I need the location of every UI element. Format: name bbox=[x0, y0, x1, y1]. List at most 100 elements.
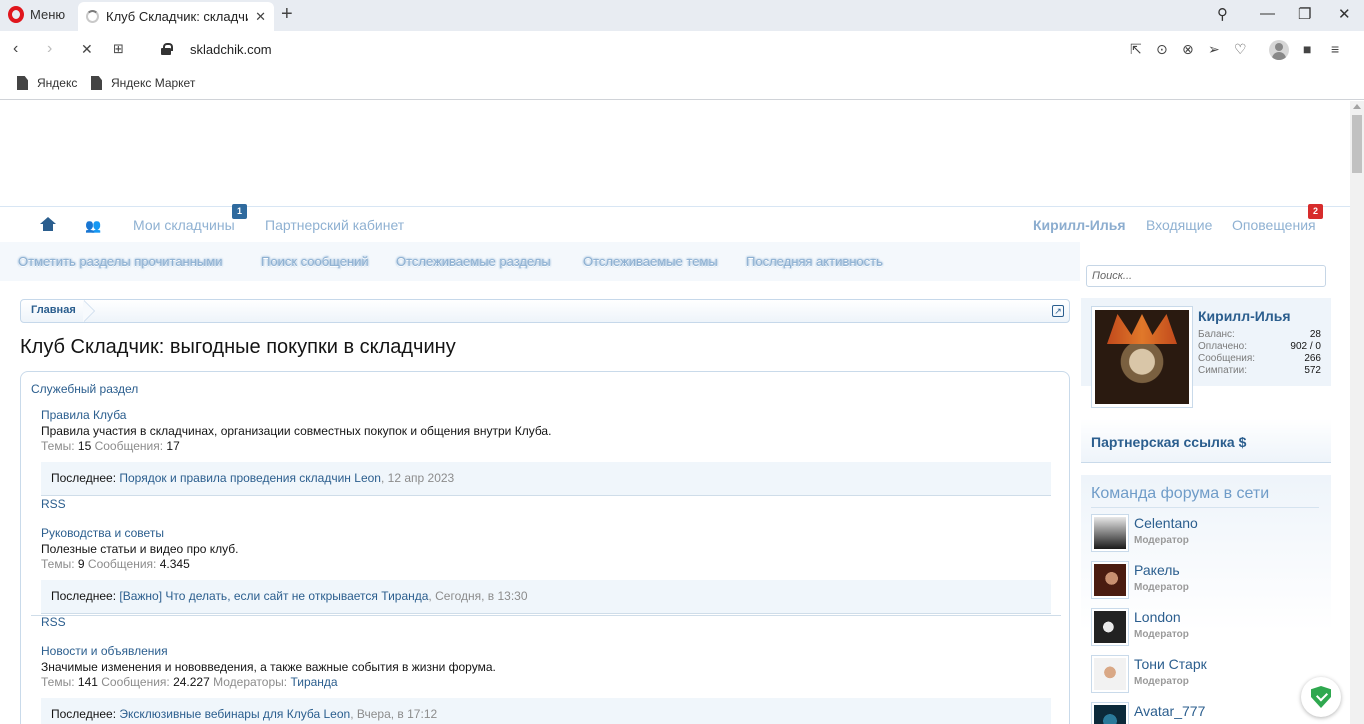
share-icon[interactable]: ⇱ bbox=[1130, 41, 1142, 58]
page-icon bbox=[17, 76, 28, 90]
member-name[interactable]: Тони Старк bbox=[1134, 656, 1207, 672]
browser-menu-button[interactable]: Меню bbox=[8, 6, 65, 23]
nav-partner-cabinet[interactable]: Партнерский кабинет bbox=[265, 217, 404, 233]
last-post-author[interactable]: Тиранда bbox=[381, 589, 428, 603]
stat-value: 572 bbox=[1304, 365, 1321, 376]
new-tab-icon[interactable]: + bbox=[281, 3, 293, 26]
easy-setup-icon[interactable]: ≡ bbox=[1331, 41, 1339, 57]
tab-search-icon[interactable]: ⚲ bbox=[1217, 5, 1228, 23]
nav-alerts-label: Оповещения bbox=[1232, 217, 1316, 233]
team-divider bbox=[1091, 507, 1319, 508]
team-member: London Модератор bbox=[1091, 608, 1321, 648]
page-scrollbar[interactable] bbox=[1350, 101, 1364, 724]
subnav-mark-read[interactable]: Отметить разделы прочитанными bbox=[18, 254, 222, 269]
breadcrumb-home[interactable]: Главная bbox=[21, 300, 86, 322]
forum-node-news: Новости и объявления Значимые изменения … bbox=[41, 644, 1051, 724]
bookmark-yandex-market[interactable]: Яндекс Маркет bbox=[91, 76, 195, 90]
video-icon[interactable]: ■ bbox=[1303, 41, 1311, 57]
last-post-link[interactable]: Эксклюзивные вебинары для Клуба bbox=[119, 707, 320, 721]
tab-close-icon[interactable]: ✕ bbox=[255, 9, 266, 25]
member-avatar[interactable] bbox=[1091, 655, 1129, 693]
subnav-watched-forums[interactable]: Отслеживаемые разделы bbox=[396, 254, 551, 269]
last-post-link[interactable]: Порядок и правила проведения складчин bbox=[119, 471, 351, 485]
last-post-link[interactable]: [Важно] Что делать, если сайт не открыва… bbox=[119, 589, 378, 603]
member-name[interactable]: Ракель bbox=[1134, 562, 1180, 578]
threads-count: 9 bbox=[77, 557, 85, 571]
nav-my-skladchiny[interactable]: Мои складчины 1 bbox=[133, 204, 247, 233]
member-avatar[interactable] bbox=[1091, 514, 1129, 552]
node-title[interactable]: Руководства и советы bbox=[41, 526, 1051, 540]
jump-to-icon[interactable]: ↗ bbox=[1052, 305, 1064, 317]
forum-search-input[interactable]: Поиск... bbox=[1086, 265, 1326, 287]
stat-value: 902 / 0 bbox=[1290, 341, 1321, 352]
profile-avatar-icon[interactable] bbox=[1269, 40, 1289, 60]
security-shield-icon[interactable] bbox=[1301, 677, 1341, 717]
subnav-watched-threads[interactable]: Отслеживаемые темы bbox=[583, 254, 718, 269]
node-description: Значимые изменения и нововведения, а так… bbox=[41, 660, 496, 674]
heart-icon[interactable]: ♡ bbox=[1234, 41, 1247, 58]
member-avatar[interactable] bbox=[1091, 702, 1129, 724]
url-field[interactable]: skladchik.com bbox=[190, 42, 272, 57]
snapshot-icon[interactable]: ⊙ bbox=[1156, 41, 1168, 58]
browser-tab-active[interactable]: Клуб Складчик: складчина ✕ bbox=[78, 2, 274, 31]
member-name[interactable]: Celentano bbox=[1134, 515, 1198, 531]
minimize-icon[interactable]: — bbox=[1260, 5, 1275, 22]
messages-count: 17 bbox=[166, 439, 180, 453]
last-post-label: Последнее: bbox=[51, 707, 117, 721]
node-title[interactable]: Правила Клуба bbox=[41, 408, 1051, 422]
messages-label: Сообщения: bbox=[87, 557, 157, 571]
last-post-author[interactable]: Leon bbox=[323, 707, 350, 721]
scrollbar-thumb[interactable] bbox=[1352, 115, 1362, 173]
node-stats: Темы: 15 Сообщения: 17 bbox=[41, 439, 1051, 453]
moderator-link[interactable]: Тиранда bbox=[290, 675, 337, 689]
team-online-panel: Команда форума в сети Celentano Модерато… bbox=[1081, 475, 1331, 724]
member-name[interactable]: London bbox=[1134, 609, 1181, 625]
home-icon[interactable] bbox=[40, 217, 56, 231]
stat-row-likes: Симпатии: 572 bbox=[1198, 365, 1321, 377]
window-close-icon[interactable]: ✕ bbox=[1338, 5, 1351, 23]
send-icon[interactable]: ➢ bbox=[1208, 41, 1220, 58]
forum-node-guides: Руководства и советы Полезные статьи и в… bbox=[41, 526, 1051, 629]
page-title: Клуб Складчик: выгодные покупки в складч… bbox=[20, 336, 456, 358]
category-title[interactable]: Служебный раздел bbox=[31, 382, 138, 396]
nav-inbox[interactable]: Входящие bbox=[1146, 217, 1212, 233]
scroll-up-icon[interactable] bbox=[1353, 104, 1361, 109]
sidebar-username[interactable]: Кирилл-Илья bbox=[1198, 308, 1291, 324]
nav-my-skladchiny-label: Мои складчины bbox=[133, 217, 235, 233]
sidebar-avatar[interactable] bbox=[1091, 306, 1193, 408]
member-avatar[interactable] bbox=[1091, 608, 1129, 646]
nav-alerts[interactable]: Оповещения 2 bbox=[1232, 204, 1323, 233]
bookmark-label: Яндекс Маркет bbox=[111, 76, 196, 90]
node-description: Полезные статьи и видео про клуб. bbox=[41, 542, 239, 556]
bookmark-yandex[interactable]: Яндекс bbox=[17, 76, 77, 90]
team-member: Ракель Модератор bbox=[1091, 561, 1321, 601]
subnav-search-messages[interactable]: Поиск сообщений bbox=[261, 254, 369, 269]
rss-link[interactable]: RSS bbox=[41, 496, 1051, 511]
adblock-icon[interactable]: ⊗ bbox=[1182, 41, 1194, 58]
lock-icon[interactable] bbox=[161, 43, 173, 55]
stat-row-balance: Баланс: 28 bbox=[1198, 329, 1321, 341]
node-stats: Темы: 141 Сообщения: 24.227 Модераторы: … bbox=[41, 675, 1051, 689]
member-name[interactable]: Avatar_777 bbox=[1134, 703, 1205, 719]
breadcrumb: Главная ↗ bbox=[20, 299, 1070, 323]
team-member: Avatar_777 bbox=[1091, 702, 1321, 724]
last-post-author[interactable]: Leon bbox=[354, 471, 381, 485]
subnav-recent-activity[interactable]: Последняя активность bbox=[746, 254, 883, 269]
stop-loading-icon[interactable]: ✕ bbox=[81, 41, 93, 58]
bookmark-label: Яндекс bbox=[37, 76, 78, 90]
node-stats: Темы: 9 Сообщения: 4.345 bbox=[41, 557, 1051, 571]
node-title[interactable]: Новости и объявления bbox=[41, 644, 1051, 658]
restore-icon[interactable]: ❐ bbox=[1298, 5, 1311, 23]
member-role: Модератор bbox=[1134, 535, 1189, 546]
rss-link[interactable]: RSS bbox=[41, 614, 1051, 629]
back-icon[interactable]: ‹ bbox=[13, 40, 18, 58]
members-icon[interactable]: 👥 bbox=[85, 218, 101, 234]
forum-node-rules: Правила Клуба Правила участия в складчин… bbox=[41, 408, 1051, 511]
speed-dial-icon[interactable]: ⊞ bbox=[113, 41, 124, 57]
last-post: Последнее: [Важно] Что делать, если сайт… bbox=[41, 580, 1051, 614]
nav-username[interactable]: Кирилл-Илья bbox=[1033, 217, 1126, 233]
forward-icon[interactable]: › bbox=[47, 40, 52, 58]
forum-navbar: 👥 Мои складчины 1 Партнерский кабинет Ки… bbox=[0, 204, 1350, 242]
member-avatar[interactable] bbox=[1091, 561, 1129, 599]
partner-link[interactable]: Партнерская ссылка $ bbox=[1081, 419, 1331, 463]
